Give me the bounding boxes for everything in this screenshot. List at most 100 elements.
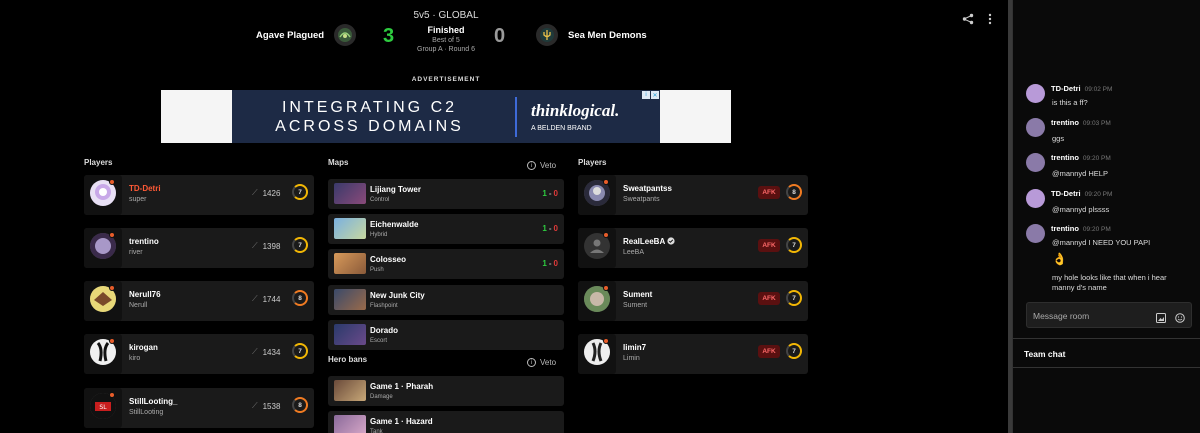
verified-icon [667, 237, 675, 246]
player-name[interactable]: StillLooting_ [129, 397, 177, 406]
player-name[interactable]: limin7 [623, 343, 646, 352]
player-card[interactable]: Sument Sument AFK 7 [578, 281, 808, 321]
chat-text: @mannyd I NEED YOU PAPI [1052, 238, 1151, 247]
chat-username[interactable]: trentino 09:20 PM [1051, 153, 1111, 162]
ad-info-icon[interactable]: i [642, 91, 650, 99]
ad-close-icon[interactable]: ✕ [651, 91, 659, 99]
hero-bans-title: Hero bans [328, 355, 368, 364]
map-thumbnail [334, 253, 366, 274]
emoji-icon[interactable] [1175, 310, 1185, 328]
map-score-win: 1 [542, 224, 547, 233]
match-status: Finished [427, 25, 465, 35]
avatar[interactable] [1026, 189, 1045, 208]
chat-timestamp: 09:02 PM [1084, 86, 1113, 93]
chat-username-text: trentino [1051, 224, 1079, 233]
chat-username[interactable]: TD-Detri 09:02 PM [1051, 84, 1112, 93]
maps-title: Maps [328, 158, 349, 167]
player-handle: Sument [623, 302, 648, 309]
map-mode: Flashpoint [370, 303, 398, 309]
maps-veto-button[interactable]: i Veto [527, 161, 556, 170]
trend-icon: ⟋ [252, 188, 258, 197]
ad-creative[interactable]: INTEGRATING C2 ACROSS DOMAINS thinklogic… [232, 90, 660, 143]
avatar[interactable] [1026, 84, 1045, 103]
player-name[interactable]: kirogan [129, 343, 158, 352]
chat-text: is this a ff? [1052, 98, 1088, 107]
chat-emoji: 👌 [1052, 252, 1067, 266]
hero-bans-veto-button[interactable]: i Veto [527, 358, 556, 367]
map-row[interactable]: Colosseo Push 1-0 [328, 249, 564, 279]
match-group-round: Group A · Round 6 [417, 46, 475, 53]
player-elo: ⟋ 1398 [252, 241, 280, 251]
player-card[interactable]: limin7 Limin AFK 7 [578, 334, 808, 374]
team-right[interactable]: Sea Men Demons [536, 24, 647, 46]
player-name[interactable]: trentino [129, 237, 159, 246]
player-card[interactable]: RealLeeBA LeeBA AFK 7 [578, 228, 808, 268]
chat-username[interactable]: trentino 09:20 PM [1051, 224, 1111, 233]
player-card[interactable]: trentino river ⟋ 1398 7 [84, 228, 314, 268]
trend-icon: ⟋ [252, 294, 258, 303]
map-score: 1-0 [542, 259, 558, 268]
status-dot [603, 338, 609, 344]
avatar[interactable] [1026, 224, 1045, 243]
chat-message: TD-Detri 09:02 PM is this a ff? [1026, 84, 1186, 110]
team-right-name[interactable]: Sea Men Demons [568, 30, 647, 41]
team-left-name[interactable]: Agave Plagued [256, 30, 324, 41]
player-handle: river [129, 249, 143, 256]
player-card[interactable]: Nerull76 Nerull ⟋ 1744 8 [84, 281, 314, 321]
ad-brand-name: thinklogical. [531, 101, 620, 120]
skill-level-badge: 8 [292, 290, 308, 306]
left-players-title: Players [84, 158, 113, 167]
ad-banner[interactable]: INTEGRATING C2 ACROSS DOMAINS thinklogic… [161, 90, 731, 143]
ad-brand-sub: A BELDEN BRAND [531, 125, 592, 132]
map-thumbnail [334, 289, 366, 310]
message-input[interactable] [1033, 309, 1143, 323]
player-name-text: RealLeeBA [623, 237, 665, 246]
skill-level-badge: 8 [292, 397, 308, 413]
match-main: Agave Plagued 3 5v5 · GLOBAL Finished Be… [0, 0, 1012, 433]
chat-timestamp: 09:03 PM [1082, 120, 1111, 127]
trend-icon: ⟋ [252, 241, 258, 250]
share-icon[interactable] [962, 12, 974, 30]
map-name: New Junk City [370, 291, 425, 300]
player-name[interactable]: Sument [623, 290, 652, 299]
map-mode: Hybrid [370, 232, 388, 238]
chat-timestamp: 09:20 PM [1084, 191, 1113, 198]
player-name[interactable]: Nerull76 [129, 290, 161, 299]
ad-line-1: INTEGRATING C2 [281, 98, 458, 116]
map-row[interactable]: Dorado Escort [328, 320, 564, 350]
chat-input-box [1026, 302, 1192, 328]
player-handle: Sweatpants [623, 196, 660, 203]
map-row[interactable]: Eichenwalde Hybrid 1-0 [328, 214, 564, 244]
avatar[interactable] [1026, 153, 1045, 172]
team-left[interactable]: Agave Plagued [256, 24, 357, 46]
status-dot [109, 285, 115, 291]
hero-ban-row[interactable]: Game 1 · Hazard Tank [328, 411, 564, 433]
map-thumbnail [334, 218, 366, 239]
chat-username[interactable]: TD-Detri 09:20 PM [1051, 189, 1112, 198]
avatar[interactable] [1026, 118, 1045, 137]
hero-portrait [334, 380, 366, 401]
hero-ban-row[interactable]: Game 1 · Pharah Damage [328, 376, 564, 406]
player-card[interactable]: SL StillLooting_ StillLooting ⟋ 1538 8 [84, 388, 314, 428]
more-options-icon[interactable] [988, 12, 992, 30]
player-name[interactable]: TD-Detri [129, 184, 161, 193]
team-chat-tab[interactable]: Team chat [1012, 338, 1200, 368]
map-score-loss: 0 [553, 224, 558, 233]
chat-message: trentino 09:03 PM ggs [1026, 118, 1186, 144]
player-card[interactable]: TD-Detri super ⟋ 1426 7 [84, 175, 314, 215]
player-card[interactable]: Sweatpantss Sweatpants AFK 8 [578, 175, 808, 215]
map-score-loss: 0 [553, 189, 558, 198]
elo-value: 1398 [262, 241, 281, 251]
player-card[interactable]: kirogan kiro ⟋ 1434 7 [84, 334, 314, 374]
chat-username[interactable]: trentino 09:03 PM [1051, 118, 1111, 127]
player-name[interactable]: RealLeeBA [623, 237, 675, 246]
player-name[interactable]: Sweatpantss [623, 184, 672, 193]
team-right-score: 0 [494, 25, 506, 47]
image-upload-icon[interactable] [1156, 310, 1166, 328]
chat-text: ggs [1052, 134, 1065, 143]
map-mode: Escort [370, 338, 388, 344]
map-row[interactable]: New Junk City Flashpoint [328, 285, 564, 315]
map-mode: Control [370, 197, 390, 203]
map-row[interactable]: Lijiang Tower Control 1-0 [328, 179, 564, 209]
player-elo: ⟋ 1434 [252, 347, 280, 357]
